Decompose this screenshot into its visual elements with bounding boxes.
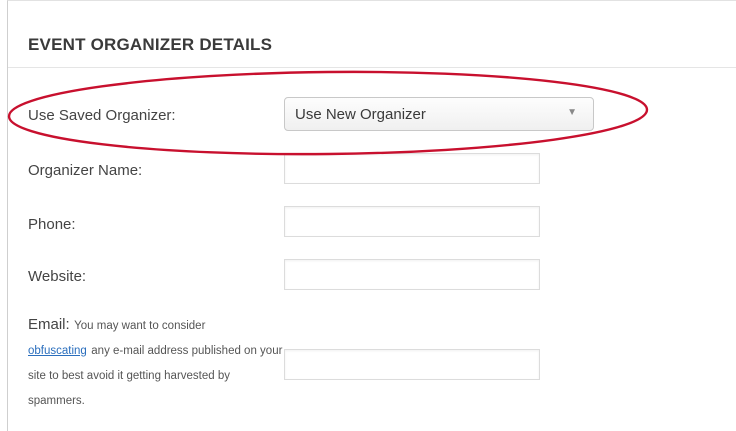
- chevron-down-icon: ▼: [567, 107, 577, 118]
- organizer-name-input[interactable]: [284, 153, 540, 184]
- organizer-name-label: Organizer Name:: [28, 162, 143, 179]
- obfuscating-link[interactable]: obfuscating: [28, 345, 87, 357]
- website-label: Website:: [28, 268, 87, 285]
- saved-organizer-selected: Use New Organizer: [295, 106, 426, 123]
- phone-input[interactable]: [284, 206, 540, 237]
- saved-organizer-label: Use Saved Organizer:: [28, 107, 176, 124]
- saved-organizer-select[interactable]: Use New Organizer ▼: [284, 97, 594, 131]
- section-title: EVENT ORGANIZER DETAILS: [28, 35, 273, 54]
- email-input[interactable]: [284, 349, 540, 380]
- organizer-details-panel: EVENT ORGANIZER DETAILS Use Saved Organi…: [7, 0, 736, 431]
- section-header: EVENT ORGANIZER DETAILS: [8, 1, 736, 68]
- email-note-before: You may want to consider: [74, 320, 206, 332]
- phone-label: Phone:: [28, 216, 76, 233]
- email-label: Email:: [28, 316, 70, 333]
- website-input[interactable]: [284, 259, 540, 290]
- email-label-block: Email: You may want to consider obfuscat…: [28, 313, 288, 413]
